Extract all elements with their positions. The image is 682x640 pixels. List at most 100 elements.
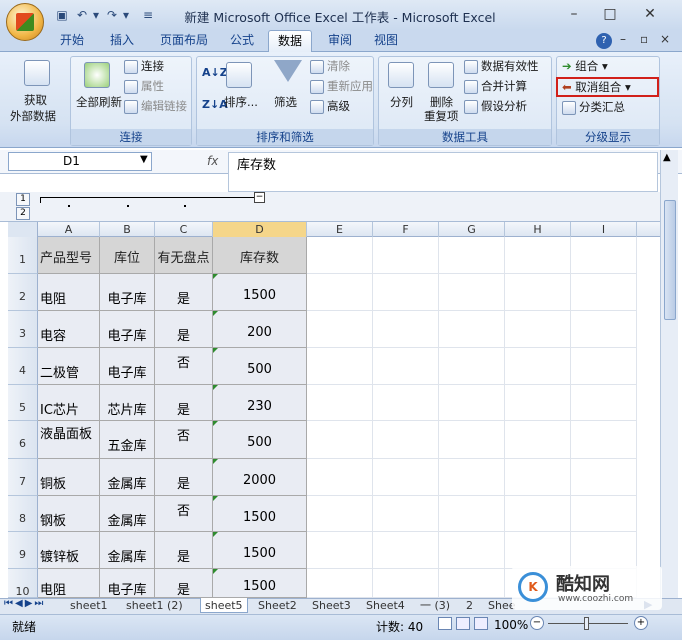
- column-header-a[interactable]: A: [38, 222, 100, 237]
- cell-g9[interactable]: [439, 532, 505, 569]
- page-break-view-icon[interactable]: [474, 617, 488, 630]
- save-icon[interactable]: ▣: [54, 7, 70, 23]
- cell-h4[interactable]: [505, 348, 571, 385]
- undo-dropdown-icon[interactable]: ▾: [88, 7, 104, 23]
- sheet-tab[interactable]: Sheet2: [254, 598, 301, 613]
- cell-e2[interactable]: [307, 274, 373, 311]
- cell-d1[interactable]: 库存数: [213, 237, 307, 274]
- advanced-button[interactable]: 高级: [310, 98, 350, 114]
- cell-e5[interactable]: [307, 385, 373, 421]
- close-button[interactable]: ✕: [636, 4, 664, 24]
- scroll-up-icon[interactable]: ▲: [663, 152, 671, 163]
- column-header-c[interactable]: C: [155, 222, 213, 237]
- cell-e7[interactable]: [307, 459, 373, 496]
- cell-a4[interactable]: 二极管: [38, 348, 100, 385]
- column-header-f[interactable]: F: [373, 222, 439, 237]
- reapply-button[interactable]: 重新应用: [310, 78, 373, 94]
- cell-b4[interactable]: 电子库: [100, 348, 155, 385]
- edit-links-button[interactable]: 编辑链接: [124, 98, 187, 114]
- cell-e9[interactable]: [307, 532, 373, 569]
- cell-g3[interactable]: [439, 311, 505, 348]
- cell-b8[interactable]: 金属库: [100, 496, 155, 532]
- cell-c10[interactable]: 是: [155, 569, 213, 598]
- cell-h2[interactable]: [505, 274, 571, 311]
- cell-b6[interactable]: 五金库: [100, 421, 155, 459]
- cell-h3[interactable]: [505, 311, 571, 348]
- cell-i2[interactable]: [571, 274, 637, 311]
- filter-button[interactable]: 筛选: [274, 94, 297, 110]
- redo-dropdown-icon[interactable]: ▾: [118, 7, 134, 23]
- column-header-h[interactable]: H: [505, 222, 571, 237]
- sheet-tab[interactable]: sheet1 (2): [122, 598, 187, 613]
- zoom-level[interactable]: 100%: [494, 618, 528, 632]
- cell-d6[interactable]: 500: [213, 421, 307, 459]
- cell-a9[interactable]: 镀锌板: [38, 532, 100, 569]
- cell-i4[interactable]: [571, 348, 637, 385]
- cell-f7[interactable]: [373, 459, 439, 496]
- row-header[interactable]: 4: [8, 348, 38, 385]
- outline-level-2-button[interactable]: 2: [16, 207, 30, 220]
- sort-button[interactable]: 排序...: [224, 94, 258, 110]
- name-box[interactable]: D1: [8, 152, 152, 171]
- cell-d2[interactable]: 1500: [213, 274, 307, 311]
- column-header-b[interactable]: B: [100, 222, 155, 237]
- clear-button[interactable]: 清除: [310, 58, 350, 74]
- maximize-button[interactable]: □: [596, 4, 624, 24]
- cell-b10[interactable]: 电子库: [100, 569, 155, 598]
- sheet-tab[interactable]: Sheet4: [362, 598, 409, 613]
- sheet-tab[interactable]: sheet5: [200, 598, 248, 613]
- cell-c9[interactable]: 是: [155, 532, 213, 569]
- cell-b1[interactable]: 库位: [100, 237, 155, 274]
- cell-b2[interactable]: 电子库: [100, 274, 155, 311]
- row-header[interactable]: 5: [8, 385, 38, 421]
- cell-a7[interactable]: 铜板: [38, 459, 100, 496]
- customize-qat-icon[interactable]: ≡: [140, 7, 156, 23]
- cell-c8[interactable]: 否: [155, 496, 213, 532]
- cell-d7[interactable]: 2000: [213, 459, 307, 496]
- cell-i9[interactable]: [571, 532, 637, 569]
- what-if-button[interactable]: 假设分析: [464, 98, 527, 114]
- cell-b7[interactable]: 金属库: [100, 459, 155, 496]
- cell-h9[interactable]: [505, 532, 571, 569]
- cell-f10[interactable]: [373, 569, 439, 598]
- cell-c7[interactable]: 是: [155, 459, 213, 496]
- ribbon-restore-icon[interactable]: ▫: [640, 32, 648, 46]
- cell-h6[interactable]: [505, 421, 571, 459]
- properties-button[interactable]: 属性: [124, 78, 164, 94]
- cell-a2[interactable]: 电阻: [38, 274, 100, 311]
- cell-d8[interactable]: 1500: [213, 496, 307, 532]
- ribbon-close-icon[interactable]: ×: [660, 32, 670, 46]
- cell-h1[interactable]: [505, 237, 571, 274]
- cell-i5[interactable]: [571, 385, 637, 421]
- get-external-label-1[interactable]: 获取: [24, 92, 47, 108]
- cell-g4[interactable]: [439, 348, 505, 385]
- cell-d10[interactable]: 1500: [213, 569, 307, 598]
- sheet-tab[interactable]: 一 (3): [416, 598, 454, 613]
- subtotal-button[interactable]: 分类汇总: [562, 99, 625, 115]
- cell-e8[interactable]: [307, 496, 373, 532]
- cell-f1[interactable]: [373, 237, 439, 274]
- tab-view[interactable]: 视图: [366, 30, 406, 52]
- formula-input[interactable]: 库存数: [228, 152, 658, 192]
- row-header[interactable]: 1: [8, 237, 38, 274]
- group-button[interactable]: ➔ 组合 ▾: [562, 58, 608, 74]
- cell-c3[interactable]: 是: [155, 311, 213, 348]
- cell-f5[interactable]: [373, 385, 439, 421]
- outline-level-1-button[interactable]: 1: [16, 193, 30, 206]
- cell-a5[interactable]: IC芯片: [38, 385, 100, 421]
- column-header-i[interactable]: I: [571, 222, 637, 237]
- tab-home[interactable]: 开始: [52, 30, 92, 52]
- cell-g10[interactable]: [439, 569, 505, 598]
- cell-g1[interactable]: [439, 237, 505, 274]
- cell-g2[interactable]: [439, 274, 505, 311]
- sheet-nav-icons[interactable]: ⏮◀▶⏭: [4, 598, 45, 609]
- cell-d9[interactable]: 1500: [213, 532, 307, 569]
- tab-page-layout[interactable]: 页面布局: [152, 30, 216, 52]
- row-header[interactable]: 9: [8, 532, 38, 569]
- sheet-tab[interactable]: sheet1: [66, 598, 112, 613]
- sort-az-icon[interactable]: A↓Z: [202, 66, 228, 79]
- remove-duplicates-label-2[interactable]: 重复项: [424, 108, 459, 124]
- cell-d3[interactable]: 200: [213, 311, 307, 348]
- cell-b3[interactable]: 电子库: [100, 311, 155, 348]
- cell-d4[interactable]: 500: [213, 348, 307, 385]
